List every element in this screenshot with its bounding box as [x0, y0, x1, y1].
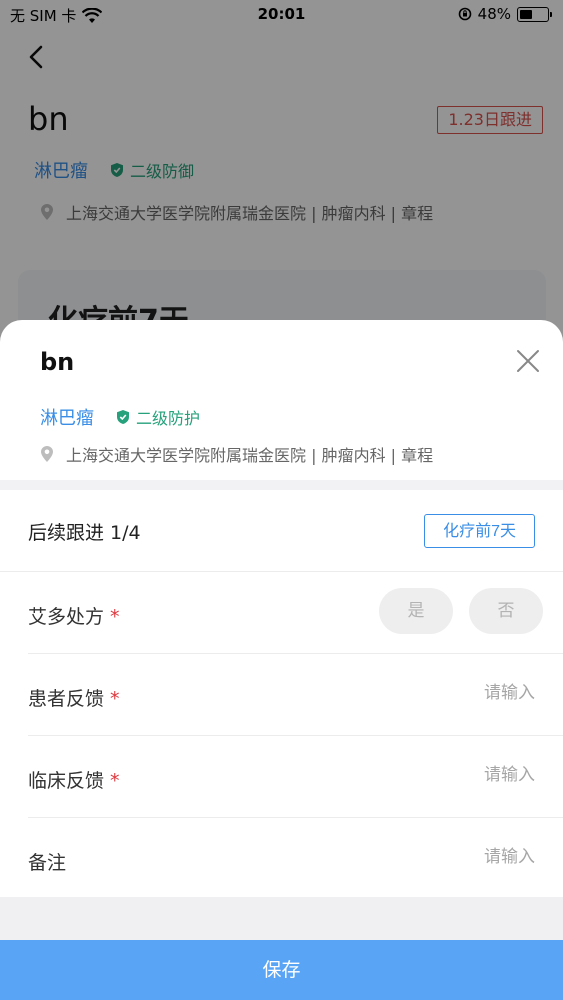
sheet-protection-label: 二级防护 [136, 409, 201, 428]
clinical-feedback-label: 临床反馈 * [28, 766, 120, 793]
section-divider [0, 480, 563, 490]
sheet-header: bn 淋巴瘤 二级防护 上海交通大学医学院附属瑞金医院 | 肿瘤内科 | 章程 [0, 320, 563, 480]
clinical-feedback-text: 临床反馈 [28, 770, 105, 792]
patient-feedback-input[interactable] [275, 668, 535, 718]
required-mark: * [110, 770, 120, 792]
patient-feedback-row: 患者反馈 * [28, 654, 563, 736]
clinical-feedback-input[interactable] [275, 750, 535, 800]
followup-progress-row: 后续跟进 1/4 化疗前7天 [0, 490, 563, 572]
stage-button[interactable]: 化疗前7天 [424, 514, 535, 548]
sheet-tag-row: 淋巴瘤 二级防护 [40, 404, 200, 430]
close-icon[interactable] [513, 346, 543, 376]
sheet-protection-tag: 二级防护 [116, 405, 200, 429]
aiduo-prescription-row: 艾多处方 * 是 否 [28, 572, 563, 654]
remark-input[interactable] [275, 832, 535, 882]
save-button[interactable]: 保存 [0, 940, 563, 1000]
followup-form: 后续跟进 1/4 化疗前7天 艾多处方* 是 否 患者反馈* 临床反馈* 备注 [0, 490, 563, 900]
required-mark: * [110, 688, 120, 710]
aiduo-prescription-label: 艾多处方 * [28, 602, 120, 629]
location-pin-icon [41, 446, 53, 462]
shield-icon [117, 410, 129, 424]
followup-progress-label: 后续跟进 1/4 [28, 522, 141, 544]
aiduo-label-text: 艾多处方 [28, 606, 105, 628]
required-mark: * [110, 606, 120, 628]
followup-sheet: bn 淋巴瘤 二级防护 上海交通大学医学院附属瑞金医院 | 肿瘤内科 | 章程 [0, 320, 563, 1000]
clinical-feedback-row: 临床反馈 * [28, 736, 563, 818]
patient-feedback-text: 患者反馈 [28, 688, 105, 710]
no-option[interactable]: 否 [469, 588, 543, 634]
sheet-disease-tag: 淋巴瘤 [40, 408, 94, 429]
sheet-patient-name: bn [40, 348, 75, 376]
sheet-hospital-row: 上海交通大学医学院附属瑞金医院 | 肿瘤内科 | 章程 [40, 442, 433, 466]
remark-label: 备注 [28, 852, 67, 874]
sheet-hospital-info: 上海交通大学医学院附属瑞金医院 | 肿瘤内科 | 章程 [66, 446, 434, 465]
yes-option[interactable]: 是 [379, 588, 453, 634]
remark-row: 备注 [28, 818, 563, 900]
bottom-spacer [0, 897, 563, 940]
patient-feedback-label: 患者反馈 * [28, 684, 120, 711]
